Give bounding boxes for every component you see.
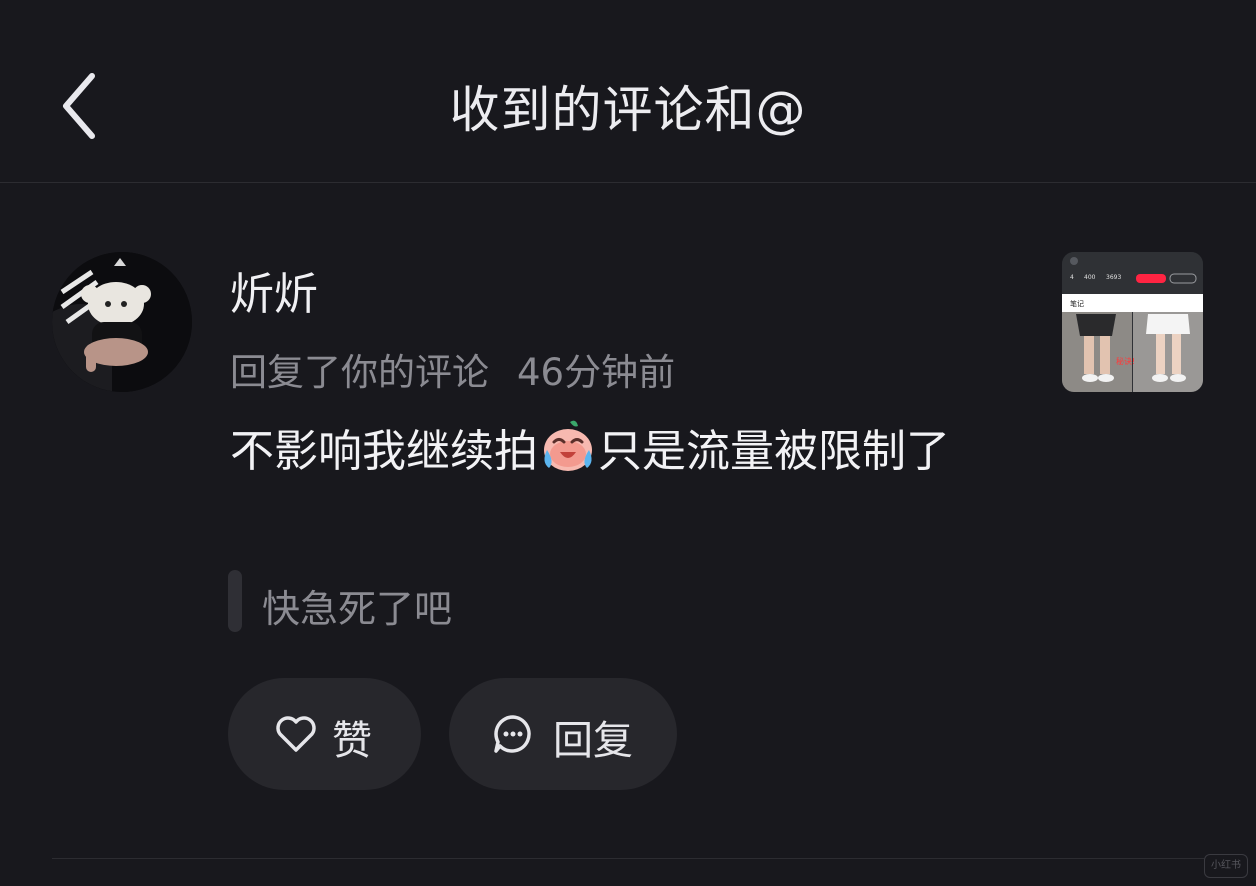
comment-bubble-icon — [494, 715, 531, 753]
like-button[interactable]: 赞 — [228, 678, 421, 790]
action-text: 回复了你的评论 — [230, 351, 489, 394]
comment-text-part2: 只是流量被限制了 — [598, 426, 950, 477]
avatar[interactable] — [52, 252, 192, 392]
notification-meta: 回复了你的评论 46分钟前 — [230, 342, 675, 396]
thumb-stat-3: 3693 — [1106, 274, 1121, 281]
thumb-stat-2: 400 — [1084, 274, 1096, 281]
reply-comment[interactable]: 不影响我继续拍 只是流量被限制了 — [230, 418, 990, 483]
post-thumbnail-image: 4 400 3693 笔记 秘诀! — [1062, 252, 1203, 392]
top-bar: 收到的评论和@ — [0, 0, 1256, 183]
page-title: 收到的评论和@ — [449, 81, 807, 139]
divider — [52, 858, 1204, 859]
timestamp: 46分钟前 — [517, 351, 676, 394]
thumb-overlay-text: 秘诀! — [1116, 356, 1135, 366]
crying-laughing-emoji — [544, 420, 592, 471]
like-label: 赞 — [332, 718, 372, 764]
comment-text-part1: 不影响我继续拍 — [230, 426, 538, 477]
watermark-logo: 小红书 — [1204, 854, 1248, 878]
avatar-image — [52, 252, 192, 392]
quote-bar — [228, 570, 242, 632]
post-thumbnail[interactable]: 4 400 3693 笔记 秘诀! — [1062, 252, 1203, 392]
thumb-stat-1: 4 — [1070, 274, 1074, 281]
username[interactable]: 炘炘 — [230, 258, 318, 322]
thumb-tab-label: 笔记 — [1070, 299, 1084, 308]
heart-icon — [276, 716, 316, 752]
reply-label: 回复 — [553, 718, 633, 764]
reply-button[interactable]: 回复 — [449, 678, 677, 790]
quoted-comment[interactable]: 快急死了吧 — [262, 578, 452, 633]
